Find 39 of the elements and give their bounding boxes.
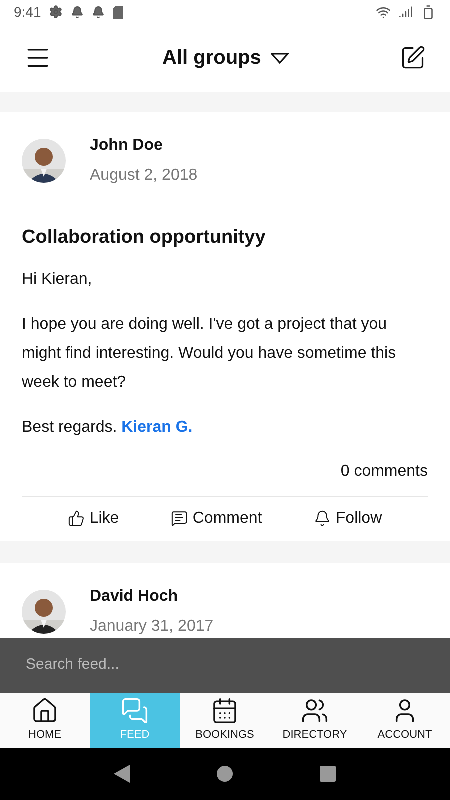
comment-count: 0 comments [340,462,428,482]
bell-icon [314,510,331,527]
thumbs-up-icon [68,510,85,527]
recents-icon[interactable] [320,766,336,782]
search-field[interactable]: Search feed... [26,654,424,677]
settings-icon [49,5,64,19]
chat-bubbles-icon [121,697,149,726]
like-button[interactable]: Like [68,506,120,530]
status-time: 9:41 [14,2,42,22]
post-signoff: Best regards. Kieran G. [22,418,194,438]
author-name: John Doe [90,136,164,156]
author-link[interactable]: Kieran G. [122,418,193,436]
comment-button[interactable]: Comment [170,506,262,530]
calendar-icon [211,697,239,726]
wifi-icon [376,4,391,20]
comment-icon [170,510,188,527]
post-paragraph: Hi Kieran, [22,270,94,290]
pencil-square-icon [400,45,426,71]
nav-tab[interactable]: HOME [0,693,90,748]
post-paragraph: I hope you are doing well. I've got a project that you might find interesting. Would you have sometime this week to meet? [22,314,398,392]
signal-icon [399,5,413,19]
nav-tab[interactable]: ACCOUNT [360,693,450,748]
search-bar[interactable]: Search feed... [0,638,450,693]
follow-button[interactable]: Follow [314,506,382,530]
author-name: David Hoch [90,586,180,606]
dropdown-caret-icon [271,52,290,64]
battery-icon [421,4,436,20]
bell-icon [92,6,106,18]
nav-tab[interactable]: DIRECTORY [270,693,360,748]
back-icon[interactable] [114,765,130,783]
bell-icon [71,6,84,18]
post-title: Collaboration opportunityy [22,226,267,250]
nav-tab[interactable]: BOOKINGS [180,693,270,748]
home-icon [31,697,59,726]
home-circle-icon[interactable] [216,766,233,782]
post-date: August 2, 2018 [90,166,198,186]
post-date: January 31, 2017 [90,616,214,636]
people-icon [301,697,329,726]
sd-card-icon [113,6,124,18]
